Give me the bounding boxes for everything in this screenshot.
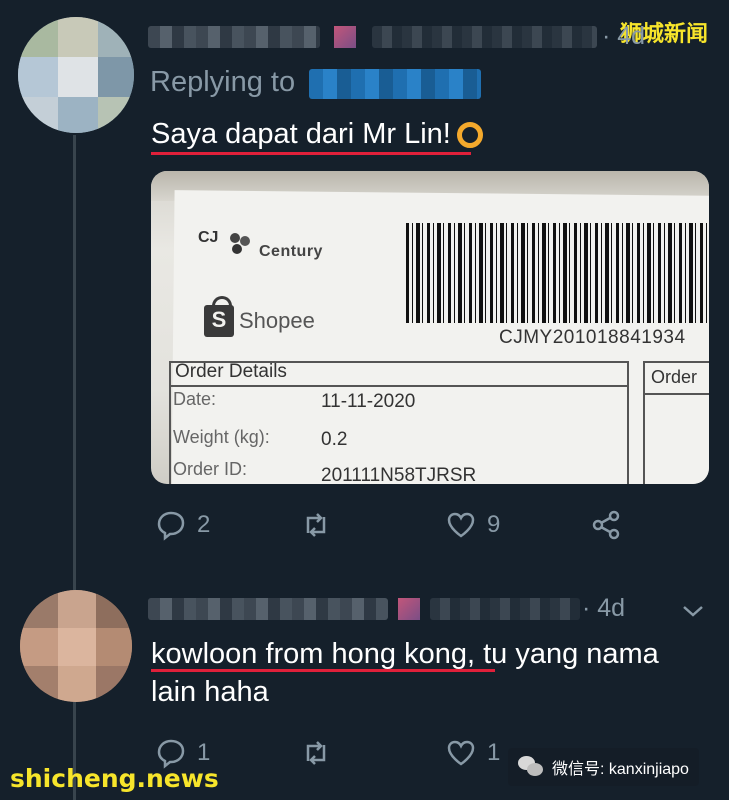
- tweet-photo[interactable]: CJ Century S Shopee CJMY201018841934 Ord…: [151, 171, 709, 484]
- reply-icon: [157, 511, 185, 541]
- tweet-text-line: lain haha: [151, 676, 269, 708]
- order-row-label: Date:: [173, 389, 217, 409]
- tweet-actions: 2 9: [155, 509, 625, 545]
- name-emoji-blurred: [334, 26, 356, 48]
- timestamp[interactable]: · 4d: [582, 594, 625, 623]
- retweet-icon: [306, 513, 326, 537]
- reply-count: 1: [197, 739, 211, 766]
- tweet-text-line: kowloon from hong kong, tu yang nama: [151, 638, 659, 670]
- retweet-icon: [306, 741, 326, 765]
- cj-logo-icon: [230, 233, 250, 254]
- like-button[interactable]: 1: [445, 737, 500, 769]
- display-name-blurred[interactable]: [148, 598, 388, 620]
- text-underline: [151, 152, 471, 155]
- order-row-value: 11-11-2020: [321, 391, 416, 412]
- order-side-title: Order: [651, 367, 698, 387]
- display-name-blurred[interactable]: [148, 26, 320, 48]
- tweet-text-content: Saya dapat dari Mr Lin!: [151, 118, 451, 150]
- replying-to-handle-blurred[interactable]: [309, 69, 481, 99]
- order-side-rule: [643, 393, 709, 395]
- order-row-value: 0.2: [321, 429, 348, 450]
- retweet-button[interactable]: [300, 509, 342, 541]
- name-emoji-blurred: [398, 598, 420, 620]
- avatar[interactable]: [20, 590, 132, 702]
- order-details-title: Order Details: [175, 361, 287, 382]
- text-underline: [151, 669, 495, 672]
- heart-icon: [447, 512, 475, 538]
- username-blurred[interactable]: [372, 26, 597, 48]
- share-button[interactable]: [590, 509, 622, 541]
- timestamp[interactable]: · 4d: [602, 22, 645, 51]
- replying-to-label: Replying to: [150, 66, 296, 98]
- share-icon: [592, 510, 620, 540]
- shopee-bag-icon: S: [204, 296, 234, 337]
- reply-button[interactable]: 2: [155, 509, 210, 541]
- chevron-down-icon[interactable]: [680, 598, 706, 624]
- wechat-icon: [518, 756, 544, 778]
- order-row-label: Weight (kg):: [173, 427, 270, 447]
- heart-icon: [447, 740, 475, 766]
- wechat-watermark: 微信号: kanxinjiapo: [508, 748, 699, 786]
- order-row-value: 201111N58TJRSR: [321, 465, 477, 484]
- watermark-bottom: shicheng.news: [10, 764, 219, 793]
- like-count: 9: [487, 511, 501, 538]
- tweet-text: kowloon from hong kong, tu yang nama lai…: [151, 635, 659, 711]
- shopee-logo-text: Shopee: [239, 308, 315, 333]
- wechat-id: 微信号: kanxinjiapo: [552, 761, 689, 778]
- order-row-label: Order ID:: [173, 459, 248, 479]
- century-logo-text: Century: [259, 243, 323, 260]
- like-button[interactable]: 9: [445, 509, 500, 541]
- tweet-text: Saya dapat dari Mr Lin!: [151, 115, 483, 153]
- barcode: [406, 223, 709, 323]
- tracking-number: CJMY201018841934: [499, 327, 686, 348]
- avatar[interactable]: [18, 17, 134, 133]
- username-blurred[interactable]: [430, 598, 580, 620]
- order-details-rule: [169, 385, 629, 387]
- like-count: 1: [487, 739, 501, 766]
- reply-count: 2: [197, 511, 211, 538]
- thread-line: [73, 135, 76, 590]
- ok-hand-emoji-icon: [456, 122, 483, 149]
- cj-logo-text: CJ: [198, 229, 219, 246]
- retweet-button[interactable]: [300, 737, 342, 769]
